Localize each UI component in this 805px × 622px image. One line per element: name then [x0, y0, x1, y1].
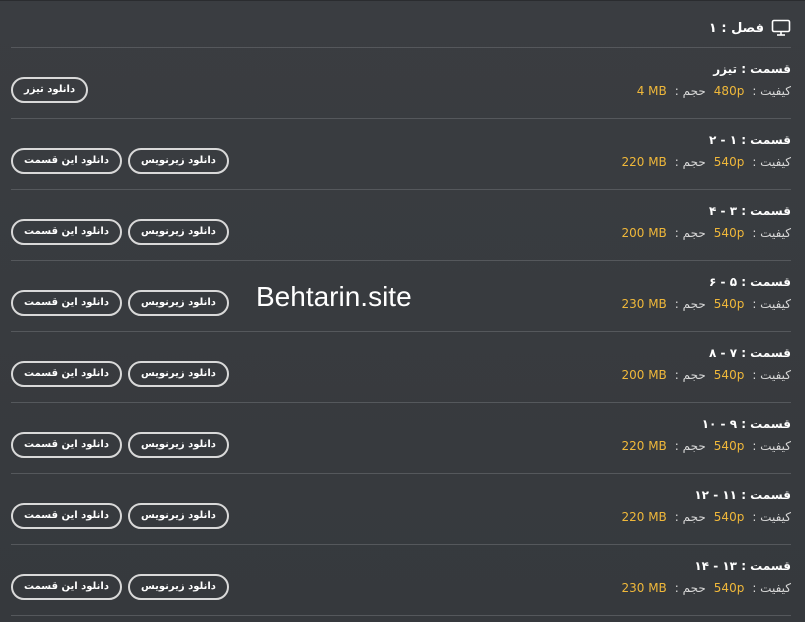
quality-label: کیفیت : — [752, 439, 791, 453]
quality-label: کیفیت : — [752, 581, 791, 595]
quality-value: 480p — [713, 84, 745, 98]
quality-value: 540p — [713, 510, 745, 524]
episode-buttons: دانلود زیرنویس دانلود این قسمت — [11, 148, 229, 174]
size-value: 4 MB — [636, 84, 667, 98]
episode-row: قسمت : تیزر کیفیت : 480p حجم : 4 MB دانلود تی… — [11, 62, 791, 120]
quality-label: کیفیت : — [752, 84, 791, 98]
episode-row: قسمت : ۹ - ۱۰ کیفیت : 540p حجم : 220 MB دانلو… — [11, 417, 791, 475]
size-label: حجم : — [674, 226, 706, 240]
episode-meta: کیفیت : 540p حجم : 200 MB — [621, 226, 791, 240]
download-subtitle-button[interactable]: دانلود زیرنویس — [127, 290, 229, 316]
episode-title: قسمت : تیزر — [713, 62, 791, 76]
download-subtitle-button[interactable]: دانلود زیرنویس — [127, 148, 229, 174]
quality-label: کیفیت : — [752, 155, 791, 169]
quality-value: 540p — [713, 581, 745, 595]
size-label: حجم : — [674, 439, 706, 453]
size-value: 200 MB — [621, 226, 667, 240]
download-episode-button[interactable]: دانلود این قسمت — [11, 290, 122, 316]
episode-title: قسمت : ۱۱ - ۱۲ — [694, 488, 791, 502]
episode-buttons: دانلود زیرنویس دانلود این قسمت — [11, 574, 229, 600]
size-label: حجم : — [674, 368, 706, 382]
episode-meta: کیفیت : 540p حجم : 220 MB — [621, 439, 791, 453]
size-label: حجم : — [674, 297, 706, 311]
quality-value: 540p — [713, 155, 745, 169]
episode-row: قسمت : ۳ - ۴ کیفیت : 540p حجم : 200 MB دانلود… — [11, 204, 791, 262]
quality-label: کیفیت : — [752, 368, 791, 382]
episode-row: قسمت : ۱۱ - ۱۲ کیفیت : 540p حجم : 220 MB دانل… — [11, 488, 791, 546]
episode-buttons: دانلود زیرنویس دانلود این قسمت — [11, 219, 229, 245]
quality-label: کیفیت : — [752, 297, 791, 311]
size-value: 230 MB — [621, 581, 667, 595]
episode-title: قسمت : ۷ - ۸ — [709, 346, 791, 360]
episode-title: قسمت : ۹ - ۱۰ — [701, 417, 791, 431]
size-label: حجم : — [674, 581, 706, 595]
size-label: حجم : — [674, 155, 706, 169]
size-value: 220 MB — [621, 439, 667, 453]
download-episode-button[interactable]: دانلود این قسمت — [11, 503, 122, 529]
quality-value: 540p — [713, 368, 745, 382]
quality-label: کیفیت : — [752, 226, 791, 240]
download-episode-button[interactable]: دانلود این قسمت — [11, 574, 122, 600]
quality-value: 540p — [713, 439, 745, 453]
episode-meta: کیفیت : 540p حجم : 220 MB — [621, 510, 791, 524]
size-value: 220 MB — [621, 510, 667, 524]
season-title: فصل : ۱ — [708, 20, 764, 36]
size-label: حجم : — [674, 84, 706, 98]
episode-meta: کیفیت : 540p حجم : 220 MB — [621, 155, 791, 169]
quality-value: 540p — [713, 226, 745, 240]
episode-buttons: دانلود تیزر — [11, 77, 89, 103]
size-value: 230 MB — [621, 297, 667, 311]
season-header: فصل : ۱ — [709, 19, 791, 37]
download-subtitle-button[interactable]: دانلود زیرنویس — [127, 503, 229, 529]
watermark-text: Behtarin.site — [256, 281, 412, 312]
quality-value: 540p — [713, 297, 745, 311]
episode-row: قسمت : ۷ - ۸ کیفیت : 540p حجم : 200 MB دانلود… — [11, 346, 791, 404]
quality-label: کیفیت : — [752, 510, 791, 524]
episode-row: قسمت : ۱ - ۲ کیفیت : 540p حجم : 220 MB دانلود… — [11, 133, 791, 191]
download-subtitle-button[interactable]: دانلود زیرنویس — [127, 432, 229, 458]
download-subtitle-button[interactable]: دانلود زیرنویس — [127, 219, 229, 245]
episode-title: قسمت : ۱۳ - ۱۴ — [694, 559, 791, 573]
episode-meta: کیفیت : 480p حجم : 4 MB — [637, 84, 791, 98]
episode-meta: کیفیت : 540p حجم : 230 MB — [621, 581, 791, 595]
size-label: حجم : — [674, 510, 706, 524]
download-subtitle-button[interactable]: دانلود زیرنویس — [127, 574, 229, 600]
episode-list-panel: فصل : ۱ قسمت : تیزر کیفیت : 480p حجم : 4 MB د… — [0, 0, 805, 622]
row-separator — [11, 47, 791, 48]
download-episode-button[interactable]: دانلود این قسمت — [11, 148, 122, 174]
episode-row: قسمت : ۱۳ - ۱۴ کیفیت : 540p حجم : 230 MB دانل… — [11, 559, 791, 617]
episode-buttons: دانلود زیرنویس دانلود این قسمت — [11, 361, 229, 387]
episode-buttons: دانلود زیرنویس دانلود این قسمت — [11, 290, 229, 316]
download-episode-button[interactable]: دانلود این قسمت — [11, 361, 122, 387]
episode-buttons: دانلود زیرنویس دانلود این قسمت — [11, 503, 229, 529]
episode-title: قسمت : ۳ - ۴ — [709, 204, 791, 218]
download-episode-button[interactable]: دانلود این قسمت — [11, 432, 122, 458]
episode-meta: کیفیت : 540p حجم : 230 MB — [621, 297, 791, 311]
monitor-icon — [771, 19, 791, 37]
download-subtitle-button[interactable]: دانلود زیرنویس — [127, 361, 229, 387]
episode-buttons: دانلود زیرنویس دانلود این قسمت — [11, 432, 229, 458]
episode-meta: کیفیت : 540p حجم : 200 MB — [621, 368, 791, 382]
download-episode-button[interactable]: دانلود این قسمت — [11, 219, 122, 245]
episode-title: قسمت : ۵ - ۶ — [709, 275, 791, 289]
episode-title: قسمت : ۱ - ۲ — [709, 133, 791, 147]
download-teaser-button[interactable]: دانلود تیزر — [11, 77, 89, 103]
size-value: 220 MB — [621, 155, 667, 169]
size-value: 200 MB — [621, 368, 667, 382]
